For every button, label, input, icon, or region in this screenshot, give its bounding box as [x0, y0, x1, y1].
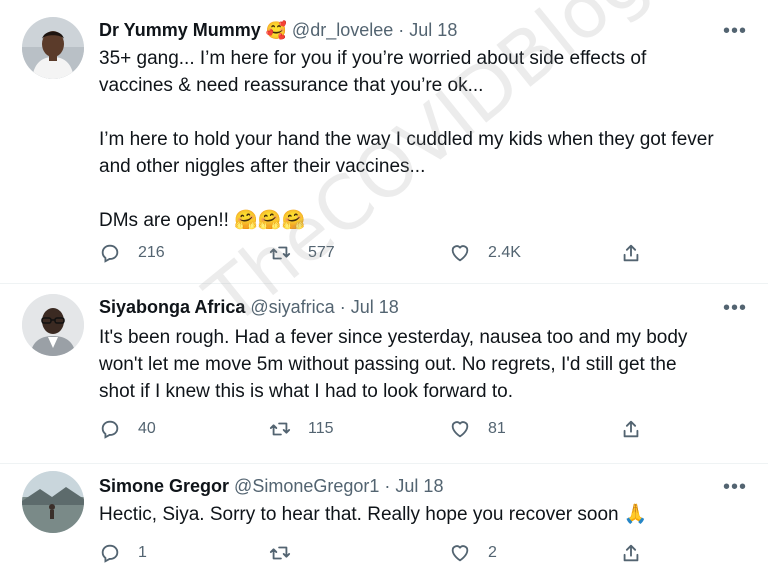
heart-icon — [451, 545, 469, 562]
avatar[interactable] — [22, 471, 84, 533]
reply-button[interactable]: 1 — [99, 539, 147, 567]
retweet-button[interactable] — [269, 539, 308, 567]
reply-icon — [101, 544, 119, 563]
retweet-count: 577 — [308, 244, 335, 261]
tweet-header: Dr Yummy Mummy 🥰 @dr_lovelee · Jul 18 — [99, 17, 457, 43]
retweet-button[interactable]: 577 — [269, 239, 335, 267]
reply-count: 1 — [138, 544, 147, 561]
retweet-icon — [269, 422, 291, 436]
name-emoji: 🥰 — [265, 21, 287, 40]
avatar[interactable] — [22, 294, 84, 356]
share-button[interactable] — [620, 239, 659, 267]
tweet-2[interactable]: Siyabonga Africa @siyafrica · Jul 18 •••… — [0, 284, 768, 464]
like-count: 2.4K — [488, 244, 521, 261]
separator-dot: · — [339, 297, 346, 317]
user-handle[interactable]: @siyafrica — [250, 297, 334, 317]
display-name[interactable]: Simone Gregor — [99, 476, 229, 496]
like-count: 81 — [488, 420, 506, 437]
tweet-text: It's been rough. Had a fever since yeste… — [99, 327, 688, 402]
like-button[interactable]: 81 — [449, 415, 506, 443]
reply-count: 216 — [138, 244, 165, 261]
more-options-icon[interactable]: ••• — [723, 21, 747, 41]
retweet-icon — [269, 546, 291, 560]
tweet-header: Simone Gregor @SimoneGregor1 · Jul 18 — [99, 473, 443, 499]
tweet-actions: 40 115 81 — [99, 415, 659, 443]
share-icon — [623, 244, 639, 262]
share-icon — [623, 544, 639, 562]
more-options-icon[interactable]: ••• — [723, 298, 747, 318]
tweet-header: Siyabonga Africa @siyafrica · Jul 18 — [99, 294, 399, 320]
tweet-actions: 216 577 2.4K — [99, 239, 659, 267]
retweet-count: 115 — [308, 420, 334, 437]
like-button[interactable]: 2 — [449, 539, 497, 567]
display-name[interactable]: Dr Yummy Mummy — [99, 20, 261, 40]
tweet-actions: 1 2 — [99, 539, 659, 567]
like-button[interactable]: 2.4K — [449, 239, 521, 267]
tweet-text: Hectic, Siya. Sorry to hear that. Really… — [99, 504, 648, 525]
user-handle[interactable]: @SimoneGregor1 — [234, 476, 379, 496]
tweet-date[interactable]: Jul 18 — [395, 476, 443, 496]
retweet-icon — [269, 246, 291, 260]
tweet-date[interactable]: Jul 18 — [409, 20, 457, 40]
share-button[interactable] — [620, 539, 659, 567]
tweet-3[interactable]: Simone Gregor @SimoneGregor1 · Jul 18 ••… — [0, 464, 768, 585]
avatar[interactable] — [22, 17, 84, 79]
heart-icon — [451, 245, 469, 262]
more-options-icon[interactable]: ••• — [723, 477, 747, 497]
share-icon — [623, 420, 639, 438]
tweet-date[interactable]: Jul 18 — [351, 297, 399, 317]
reply-button[interactable]: 40 — [99, 415, 156, 443]
display-name[interactable]: Siyabonga Africa — [99, 297, 245, 317]
reply-count: 40 — [138, 420, 156, 437]
reply-icon — [101, 420, 119, 439]
separator-dot: · — [398, 20, 405, 40]
like-count: 2 — [488, 544, 497, 561]
retweet-button[interactable]: 115 — [269, 415, 334, 443]
reply-button[interactable]: 216 — [99, 239, 165, 267]
tweet-text: 35+ gang... I’m here for you if you’re w… — [99, 48, 714, 231]
heart-icon — [451, 421, 469, 438]
reply-icon — [101, 244, 119, 263]
user-handle[interactable]: @dr_lovelee — [292, 20, 393, 40]
separator-dot: · — [384, 476, 391, 496]
tweet-1[interactable]: Dr Yummy Mummy 🥰 @dr_lovelee · Jul 18 ••… — [0, 0, 768, 282]
share-button[interactable] — [620, 415, 659, 443]
